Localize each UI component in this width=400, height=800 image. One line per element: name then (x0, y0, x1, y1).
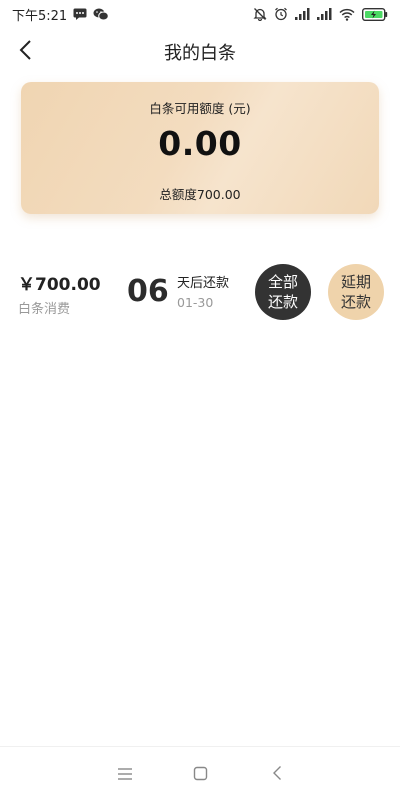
back-button[interactable] (10, 36, 40, 68)
message-icon (73, 8, 87, 20)
total-credit-limit: 总额度700.00 (159, 187, 241, 202)
system-back-button[interactable] (266, 764, 288, 786)
menu-icon (117, 766, 133, 785)
available-credit-label: 白条可用额度 (元) (149, 101, 251, 116)
status-time: 下午5:21 (12, 8, 68, 24)
wechat-icon (93, 8, 110, 21)
battery-icon (362, 7, 388, 21)
pay-all-label: 全部还款 (267, 273, 298, 311)
status-left: 下午5:21 (12, 5, 110, 24)
signal-icon-2 (317, 8, 332, 20)
back-triangle-icon (272, 765, 282, 785)
menu-button[interactable] (114, 764, 136, 786)
wifi-icon (339, 8, 355, 21)
page-title: 我的白条 (164, 43, 236, 64)
defer-repayment-button[interactable]: 延期还款 (328, 264, 384, 320)
credit-card-panel: 白条可用额度 (元) 0.00 总额度700.00 (21, 82, 379, 214)
bill-row: ￥700.00 白条消费 06 天后还款 01-30 全部还款 延期还款 (0, 260, 400, 330)
alarm-icon (274, 7, 288, 21)
home-button[interactable] (189, 764, 211, 786)
chevron-left-icon (18, 39, 32, 65)
home-square-icon (193, 766, 208, 785)
nav-bar: 我的白条 (0, 30, 400, 74)
screen: 下午5:21 我的白条 白条可用额度 (元) 0.00 总额度700.00 ￥7… (0, 0, 400, 800)
available-credit-amount: 0.00 (158, 124, 242, 163)
mute-bell-icon (253, 7, 267, 21)
due-days-count: 06 (127, 274, 169, 309)
status-bar: 下午5:21 (0, 0, 400, 28)
bill-subtitle: 白条消费 (18, 302, 71, 317)
system-nav-bar (0, 746, 400, 800)
pay-all-button[interactable]: 全部还款 (255, 264, 311, 320)
due-days-label: 天后还款 (177, 276, 230, 291)
signal-icon-1 (295, 8, 310, 20)
status-right (253, 7, 388, 21)
defer-repayment-label: 延期还款 (340, 273, 371, 311)
due-date: 01-30 (177, 295, 214, 310)
bill-amount: ￥700.00 (18, 275, 101, 295)
